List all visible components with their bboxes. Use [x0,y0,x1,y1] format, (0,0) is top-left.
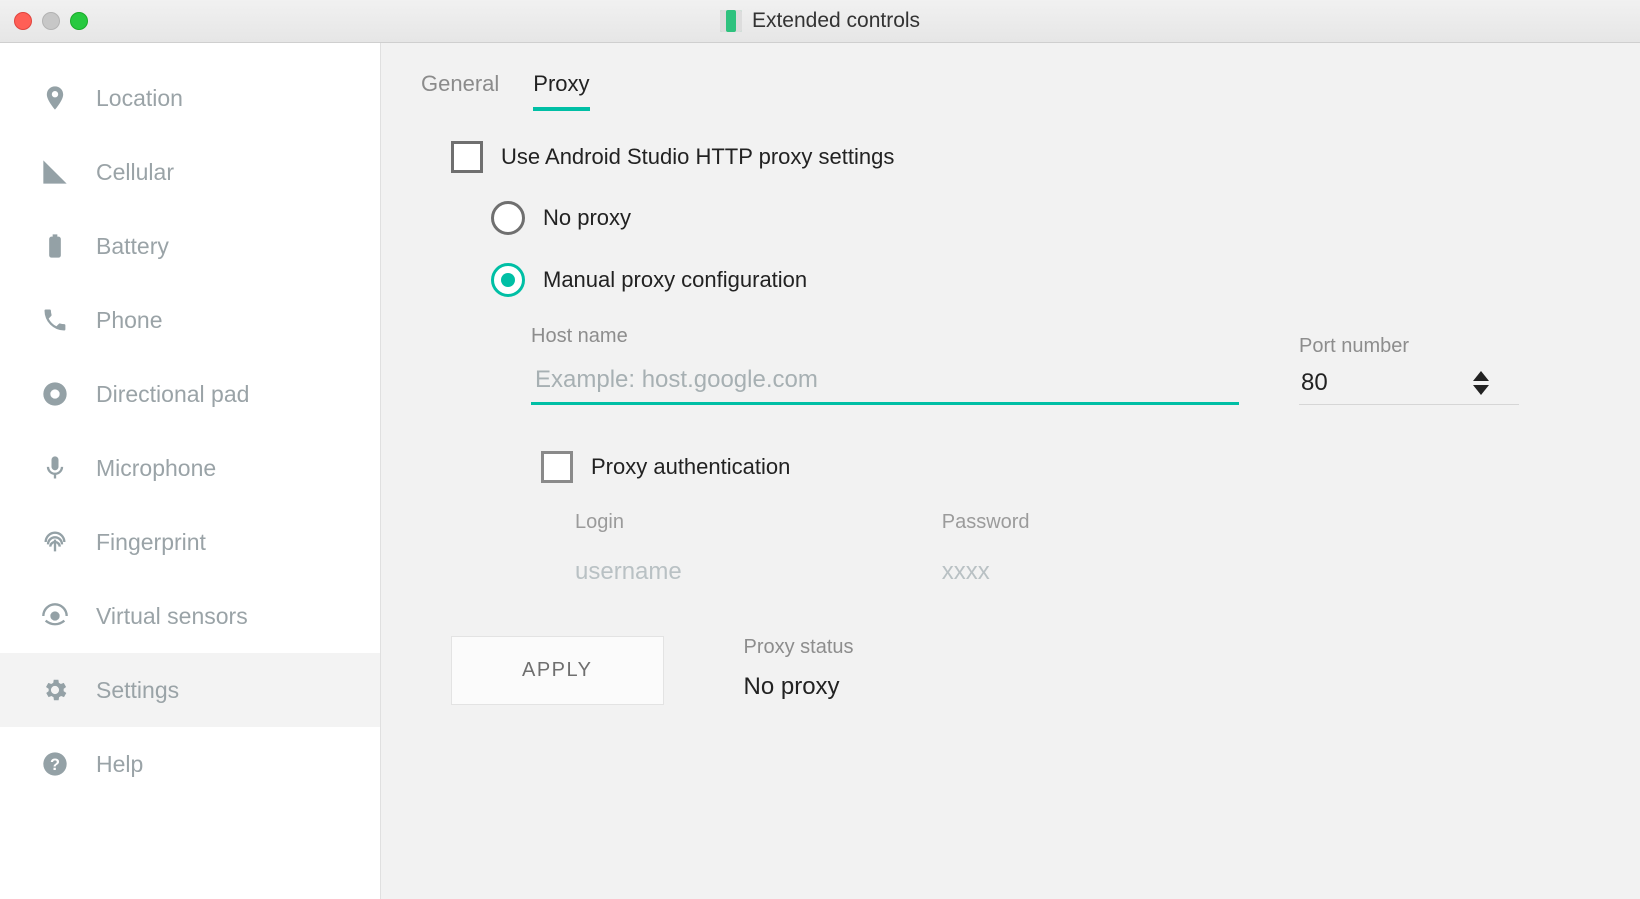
proxy-auth-row: Proxy authentication [541,451,1600,483]
cellular-signal-icon [40,157,70,187]
proxy-status-label: Proxy status [744,636,854,659]
sidebar-item-label: Settings [96,677,179,704]
sidebar-item-fingerprint[interactable]: Fingerprint [0,505,380,579]
password-input[interactable]: xxxx [942,558,1030,586]
use-android-studio-proxy-label: Use Android Studio HTTP proxy settings [501,144,894,170]
sidebar-item-label: Virtual sensors [96,603,248,630]
port-step-down[interactable] [1473,385,1489,395]
window-controls [14,12,88,30]
manual-proxy-label: Manual proxy configuration [543,267,807,293]
use-android-studio-proxy-row: Use Android Studio HTTP proxy settings [451,141,1600,173]
tab-general[interactable]: General [421,71,499,111]
login-input[interactable]: username [575,558,682,586]
no-proxy-label: No proxy [543,205,631,231]
directional-pad-icon [40,379,70,409]
sidebar-item-label: Battery [96,233,169,260]
location-pin-icon [40,83,70,113]
window-close-button[interactable] [14,12,32,30]
sidebar-item-settings[interactable]: Settings [0,653,380,727]
sidebar-item-location[interactable]: Location [0,61,380,135]
app-icon [720,10,742,32]
use-android-studio-proxy-checkbox[interactable] [451,141,483,173]
sidebar-item-label: Microphone [96,455,216,482]
window-minimize-button[interactable] [42,12,60,30]
sidebar-item-battery[interactable]: Battery [0,209,380,283]
no-proxy-row: No proxy [491,201,1600,235]
settings-tabs: General Proxy [421,71,1600,111]
sidebar-item-microphone[interactable]: Microphone [0,431,380,505]
proxy-auth-checkbox[interactable] [541,451,573,483]
sidebar-item-help[interactable]: ? Help [0,727,380,801]
sidebar-item-phone[interactable]: Phone [0,283,380,357]
window-title: Extended controls [752,9,920,33]
help-icon: ? [40,749,70,779]
port-stepper [1473,371,1489,395]
battery-icon [40,231,70,261]
manual-proxy-row: Manual proxy configuration [491,263,1600,297]
fingerprint-icon [40,527,70,557]
sidebar-item-dpad[interactable]: Directional pad [0,357,380,431]
apply-button[interactable]: APPLY [451,636,664,705]
proxy-status-value: No proxy [744,673,854,701]
sidebar-item-label: Help [96,751,143,778]
port-number-label: Port number [1299,335,1519,358]
sidebar-item-label: Directional pad [96,381,249,408]
sidebar-item-label: Phone [96,307,163,334]
sidebar-item-label: Fingerprint [96,529,206,556]
no-proxy-radio[interactable] [491,201,525,235]
sidebar-item-label: Cellular [96,159,174,186]
login-label: Login [575,511,682,534]
proxy-auth-label: Proxy authentication [591,454,790,480]
password-label: Password [942,511,1030,534]
proxy-status: Proxy status No proxy [744,636,854,701]
host-name-label: Host name [531,325,1239,348]
port-number-input[interactable] [1299,368,1463,398]
svg-text:?: ? [50,756,60,774]
microphone-icon [40,453,70,483]
tab-proxy[interactable]: Proxy [533,71,589,111]
port-step-up[interactable] [1473,371,1489,381]
window-titlebar: Extended controls [0,0,1640,43]
sidebar-item-label: Location [96,85,183,112]
gear-icon [40,675,70,705]
sidebar-item-cellular[interactable]: Cellular [0,135,380,209]
sidebar: Location Cellular Battery Phone Directio [0,43,381,899]
content-pane: General Proxy Use Android Studio HTTP pr… [381,43,1640,899]
window-zoom-button[interactable] [70,12,88,30]
virtual-sensors-icon [40,601,70,631]
sidebar-item-virtual-sensors[interactable]: Virtual sensors [0,579,380,653]
phone-icon [40,305,70,335]
host-name-input[interactable] [531,358,1239,405]
manual-proxy-radio[interactable] [491,263,525,297]
